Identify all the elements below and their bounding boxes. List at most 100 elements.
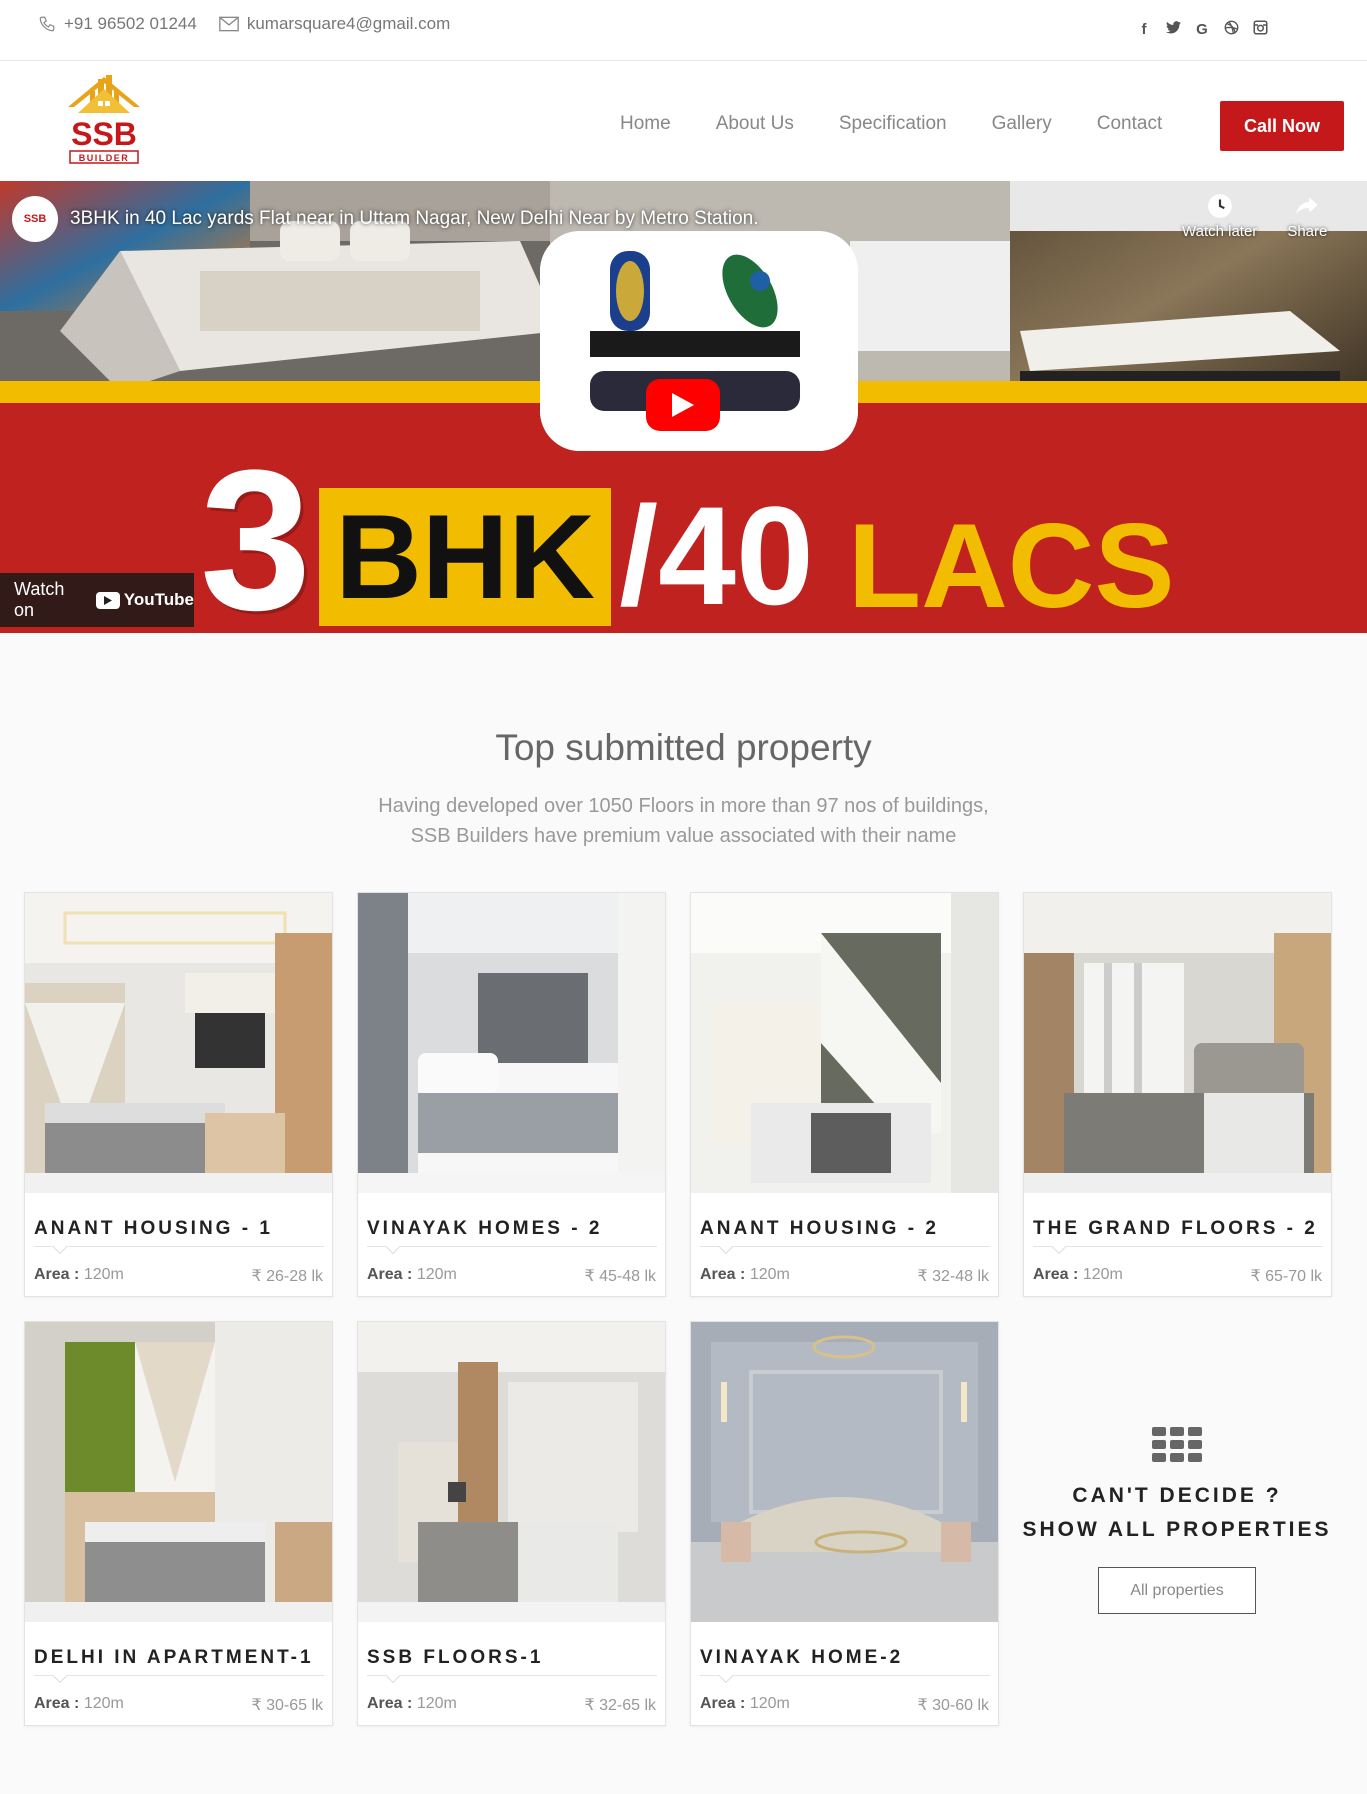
property-price: ₹ 30-60 lk: [917, 1697, 989, 1714]
property-image[interactable]: [25, 893, 332, 1193]
area-label: Area :: [700, 1695, 746, 1712]
property-card[interactable]: THE GRAND FLOORS - 2 Area : 120m ₹ 65-70…: [1023, 892, 1332, 1297]
share-button[interactable]: Share: [1287, 193, 1327, 240]
property-area: Area : 120m: [1033, 1266, 1123, 1284]
property-name[interactable]: SSB FLOORS-1: [367, 1647, 543, 1669]
nav-home[interactable]: Home: [620, 113, 671, 135]
twitter-icon[interactable]: [1165, 21, 1181, 38]
banner-price: /40: [619, 477, 814, 633]
watch-later-label: Watch later: [1182, 223, 1258, 240]
property-area: Area : 120m: [34, 1695, 124, 1713]
property-area: Area : 120m: [34, 1266, 124, 1284]
property-name[interactable]: ANANT HOUSING - 1: [34, 1218, 273, 1240]
property-card[interactable]: ANANT HOUSING - 1 Area : 120m ₹ 26-28 lk: [24, 892, 333, 1297]
dribbble-icon[interactable]: [1223, 20, 1239, 39]
property-image[interactable]: [358, 1322, 665, 1622]
phone-icon: [39, 16, 55, 32]
area-label: Area :: [367, 1266, 413, 1283]
property-name[interactable]: VINAYAK HOME-2: [700, 1647, 903, 1669]
area-label: Area :: [700, 1266, 746, 1283]
cta-heading-line-1: CAN'T DECIDE ?: [1072, 1484, 1282, 1507]
social-links: f G: [1136, 20, 1268, 39]
section-title: Top submitted property: [495, 727, 872, 768]
nav-about-us[interactable]: About Us: [716, 113, 794, 135]
property-card[interactable]: VINAYAK HOME-2 Area : 120m ₹ 30-60 lk: [690, 1321, 999, 1726]
svg-text:BUILDER: BUILDER: [79, 153, 130, 163]
property-image[interactable]: [358, 893, 665, 1193]
banner-number: 3: [200, 429, 311, 634]
area-value: 120m: [416, 1266, 457, 1283]
video-title-bar[interactable]: SSB 3BHK in 40 Lac yards Flat near in Ut…: [12, 196, 759, 242]
phone-number: +91 96502 01244: [64, 14, 197, 33]
nav-specification[interactable]: Specification: [839, 113, 947, 135]
banner-headline: 3 BHK /40 LACS: [200, 429, 1175, 634]
property-area: Area : 120m: [367, 1266, 457, 1284]
chevron-down-icon: [718, 1239, 734, 1255]
card-divider: [367, 1246, 657, 1247]
phone-item[interactable]: +91 96502 01244: [38, 14, 197, 34]
property-price: ₹ 26-28 lk: [251, 1268, 323, 1285]
section-subtitle: Having developed over 1050 Floors in mor…: [0, 791, 1367, 851]
youtube-wordmark: YouTube: [123, 590, 194, 609]
watch-on-youtube-button[interactable]: Watch on YouTube: [0, 573, 194, 627]
property-price: ₹ 45-48 lk: [584, 1268, 656, 1285]
property-name[interactable]: ANANT HOUSING - 2: [700, 1218, 939, 1240]
email-address: kumarsquare4@gmail.com: [246, 14, 451, 33]
card-divider: [34, 1246, 324, 1247]
chevron-down-icon: [718, 1668, 734, 1684]
watch-later-button[interactable]: Watch later: [1182, 193, 1257, 240]
logo-wordmark: SSB: [71, 116, 137, 152]
property-price: ₹ 32-48 lk: [917, 1268, 989, 1285]
video-title[interactable]: 3BHK in 40 Lac yards Flat near in Uttam …: [70, 208, 759, 230]
facebook-icon[interactable]: f: [1136, 21, 1152, 38]
chevron-down-icon: [385, 1668, 401, 1684]
chevron-down-icon: [52, 1668, 68, 1684]
play-icon[interactable]: [646, 379, 720, 431]
video-actions: Watch later Share: [1182, 193, 1327, 240]
property-card[interactable]: SSB FLOORS-1 Area : 120m ₹ 32-65 lk: [357, 1321, 666, 1726]
main-nav: Home About Us Specification Gallery Cont…: [620, 113, 1162, 135]
main-header: SSB BUILDER Home About Us Specification …: [0, 61, 1367, 181]
share-icon: [1296, 197, 1319, 215]
call-now-button[interactable]: Call Now: [1220, 101, 1344, 151]
card-divider: [700, 1675, 990, 1676]
property-area: Area : 120m: [367, 1695, 457, 1713]
youtube-play-icon: [95, 591, 120, 609]
property-name[interactable]: DELHI IN APARTMENT-1: [34, 1647, 314, 1669]
area-value: 120m: [83, 1695, 124, 1712]
mail-icon: [219, 16, 239, 32]
chevron-down-icon: [52, 1239, 68, 1255]
property-card[interactable]: DELHI IN APARTMENT-1 Area : 120m ₹ 30-65…: [24, 1321, 333, 1726]
property-image[interactable]: [25, 1322, 332, 1622]
area-label: Area :: [367, 1695, 413, 1712]
property-image[interactable]: [691, 893, 998, 1193]
chevron-down-icon: [385, 1239, 401, 1255]
nav-contact[interactable]: Contact: [1097, 113, 1162, 135]
email-item[interactable]: kumarsquare4@gmail.com: [219, 14, 450, 34]
area-label: Area :: [34, 1266, 80, 1283]
channel-avatar[interactable]: SSB: [12, 196, 58, 242]
all-properties-button[interactable]: All properties: [1098, 1567, 1256, 1614]
property-image[interactable]: [1024, 893, 1331, 1193]
property-card[interactable]: ANANT HOUSING - 2 Area : 120m ₹ 32-48 lk: [690, 892, 999, 1297]
instagram-icon[interactable]: [1252, 20, 1268, 39]
youtube-video-embed[interactable]: SSB 3BHK in 40 Lac yards Flat near in Ut…: [0, 181, 1367, 633]
card-divider: [367, 1675, 657, 1676]
property-name[interactable]: VINAYAK HOMES - 2: [367, 1218, 602, 1240]
property-name[interactable]: THE GRAND FLOORS - 2: [1033, 1218, 1318, 1240]
cta-heading-line-2: SHOW ALL PROPERTIES: [1022, 1518, 1332, 1541]
property-card[interactable]: VINAYAK HOMES - 2 Area : 120m ₹ 45-48 lk: [357, 892, 666, 1297]
google-icon[interactable]: G: [1194, 21, 1210, 38]
top-bar: +91 96502 01244 kumarsquare4@gmail.com f…: [0, 0, 1367, 61]
section-subtitle-line-2: SSB Builders have premium value associat…: [410, 825, 957, 847]
property-price: ₹ 30-65 lk: [251, 1697, 323, 1714]
all-properties-cta: CAN'T DECIDE ? SHOW ALL PROPERTIES All p…: [1022, 1320, 1332, 1620]
banner-lacs: LACS: [847, 499, 1175, 633]
nav-gallery[interactable]: Gallery: [992, 113, 1052, 135]
card-divider: [700, 1246, 990, 1247]
property-image[interactable]: [691, 1322, 998, 1622]
grid-icon: [1152, 1427, 1202, 1462]
area-value: 120m: [416, 1695, 457, 1712]
card-divider: [1033, 1246, 1323, 1247]
ssb-builder-logo[interactable]: SSB BUILDER: [60, 73, 148, 169]
